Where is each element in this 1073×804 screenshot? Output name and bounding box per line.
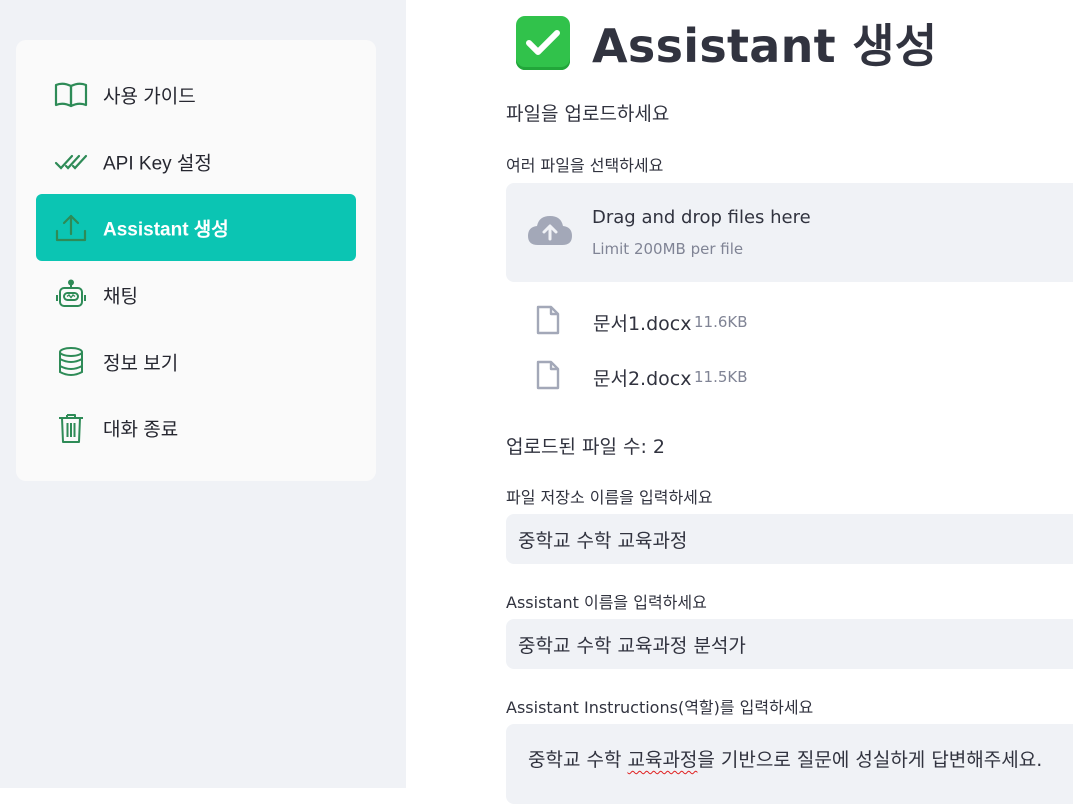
file-name: 문서2.docx bbox=[593, 368, 692, 390]
dropzone-limit: Limit 200MB per file bbox=[592, 240, 744, 258]
sidebar-item-api-key[interactable]: API Key 설정 bbox=[36, 128, 356, 195]
instructions-text: 중학교 수학 교육과정을 기반으로 질문에 성실하게 답변해주세요. bbox=[528, 749, 1043, 771]
check-mark-button-icon bbox=[516, 16, 570, 70]
file-size: 11.6KB bbox=[694, 313, 748, 331]
sidebar-item-assistant-create[interactable]: Assistant 생성 bbox=[36, 194, 356, 261]
instructions-textarea[interactable]: 중학교 수학 교육과정을 기반으로 질문에 성실하게 답변해주세요. bbox=[506, 724, 1073, 804]
database-icon bbox=[53, 344, 89, 380]
file-name: 문서1.docx bbox=[593, 313, 692, 335]
file-icon bbox=[536, 305, 560, 339]
assistant-name-input[interactable] bbox=[506, 619, 1073, 669]
upload-icon bbox=[53, 210, 89, 246]
store-name-label: 파일 저장소 이름을 입력하세요 bbox=[506, 488, 713, 507]
sidebar-item-user-guide[interactable]: 사용 가이드 bbox=[36, 61, 356, 128]
file-dropzone[interactable]: Drag and drop files here Limit 200MB per… bbox=[506, 183, 1073, 282]
file-icon bbox=[536, 360, 560, 394]
sidebar-item-chat[interactable]: 채팅 bbox=[36, 261, 356, 328]
upload-count: 업로드된 파일 수: 2 bbox=[506, 436, 665, 458]
trash-icon bbox=[53, 410, 89, 446]
page-title: Assistant 생성 bbox=[592, 19, 938, 73]
file-size: 11.5KB bbox=[694, 368, 748, 386]
sidebar-item-label: 사용 가이드 bbox=[103, 86, 196, 107]
main-content: Assistant 생성 파일을 업로드하세요 여러 파일을 선택하세요 Dra… bbox=[406, 0, 1073, 804]
sidebar-item-label: 정보 보기 bbox=[103, 353, 179, 374]
assistant-name-label: Assistant 이름을 입력하세요 bbox=[506, 593, 707, 612]
sidebar-item-label: 채팅 bbox=[103, 286, 138, 307]
cloud-upload-icon bbox=[526, 213, 574, 251]
sidebar-item-label: 대화 종료 bbox=[103, 419, 179, 440]
page-header: Assistant 생성 bbox=[516, 10, 938, 76]
sidebar-item-label: Assistant 생성 bbox=[103, 219, 229, 240]
sidebar-item-end-chat[interactable]: 대화 종료 bbox=[36, 394, 356, 461]
uploader-label: 여러 파일을 선택하세요 bbox=[506, 156, 664, 175]
sidebar-menu: 사용 가이드 API Key 설정 Assistant 생성 채팅 정보 보기 … bbox=[16, 40, 376, 481]
instructions-label: Assistant Instructions(역할)를 입력하세요 bbox=[506, 698, 814, 717]
sidebar-item-info[interactable]: 정보 보기 bbox=[36, 328, 356, 395]
upload-header: 파일을 업로드하세요 bbox=[506, 103, 670, 125]
book-open-icon bbox=[53, 77, 89, 113]
double-check-icon bbox=[53, 144, 89, 180]
store-name-input[interactable] bbox=[506, 514, 1073, 564]
sidebar: 사용 가이드 API Key 설정 Assistant 생성 채팅 정보 보기 … bbox=[0, 0, 406, 788]
spellcheck-underline: 교육과정 bbox=[627, 749, 698, 771]
robot-icon bbox=[53, 277, 89, 313]
sidebar-item-label: API Key 설정 bbox=[103, 153, 212, 174]
dropzone-instructions: Drag and drop files here bbox=[592, 207, 811, 228]
